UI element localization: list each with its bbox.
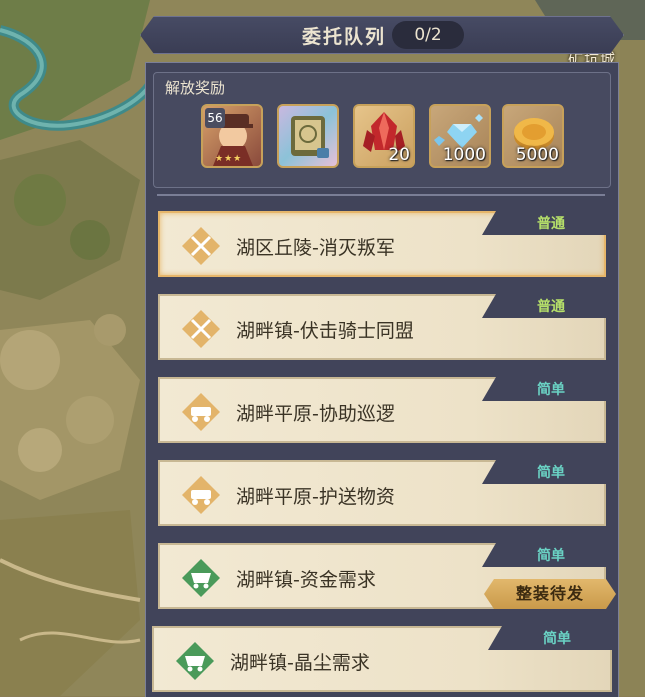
mission-card[interactable]: 简单 湖畔平原-护送物资 [158,460,606,526]
page-title: 委托队列 [302,26,387,48]
reward-item-hero[interactable]: 56 ★★★ [201,104,263,168]
reward-title: 解放奖励 [165,79,226,97]
mine-cart-icon [182,559,220,597]
mission-name: 湖畔平原-护送物资 [236,486,395,508]
difficulty-badge: 普通 [482,294,606,318]
reward-item-diamond[interactable]: 1000 [429,104,491,168]
mission-name: 湖畔平原-协助巡逻 [236,403,395,425]
reward-count: 5000 [515,145,559,165]
difficulty-badge: 普通 [482,211,606,235]
cart-icon [182,393,220,431]
divider [157,194,605,196]
difficulty-badge: 简单 [482,543,606,567]
reward-count: 1000 [442,145,486,165]
reward-item-crystal[interactable]: 20 [353,104,415,168]
crossed-swords-icon [182,227,220,265]
queue-count: 0/2 [392,21,464,49]
reward-item-gold[interactable]: 5000 [502,104,564,168]
mine-cart-icon [176,642,214,680]
mission-name: 湖畔镇-伏击骑士同盟 [236,320,414,342]
mission-card[interactable]: 简单 湖畔镇-晶尘需求 [152,626,612,692]
mission-card[interactable]: 普通 湖区丘陵-消灭叛军 [158,211,606,277]
mission-name: 湖畔镇-晶尘需求 [230,652,370,674]
mission-name: 湖区丘陵-消灭叛军 [236,237,395,259]
crossed-swords-icon [182,310,220,348]
cart-icon [182,476,220,514]
difficulty-badge: 简单 [482,460,606,484]
mission-name: 湖畔镇-资金需求 [236,569,376,591]
mission-card[interactable]: 普通 湖畔镇-伏击骑士同盟 [158,294,606,360]
dispatch-button[interactable]: 整装待发 [484,579,616,609]
reward-item-scroll[interactable] [277,104,339,168]
reward-count: 20 [388,145,410,165]
difficulty-badge: 简单 [488,626,612,650]
hero-stars: ★★★ [215,154,243,164]
mission-card[interactable]: 简单 湖畔平原-协助巡逻 [158,377,606,443]
scroll-icon [291,116,329,158]
difficulty-badge: 简单 [482,377,606,401]
hero-level: 56 [205,108,225,128]
